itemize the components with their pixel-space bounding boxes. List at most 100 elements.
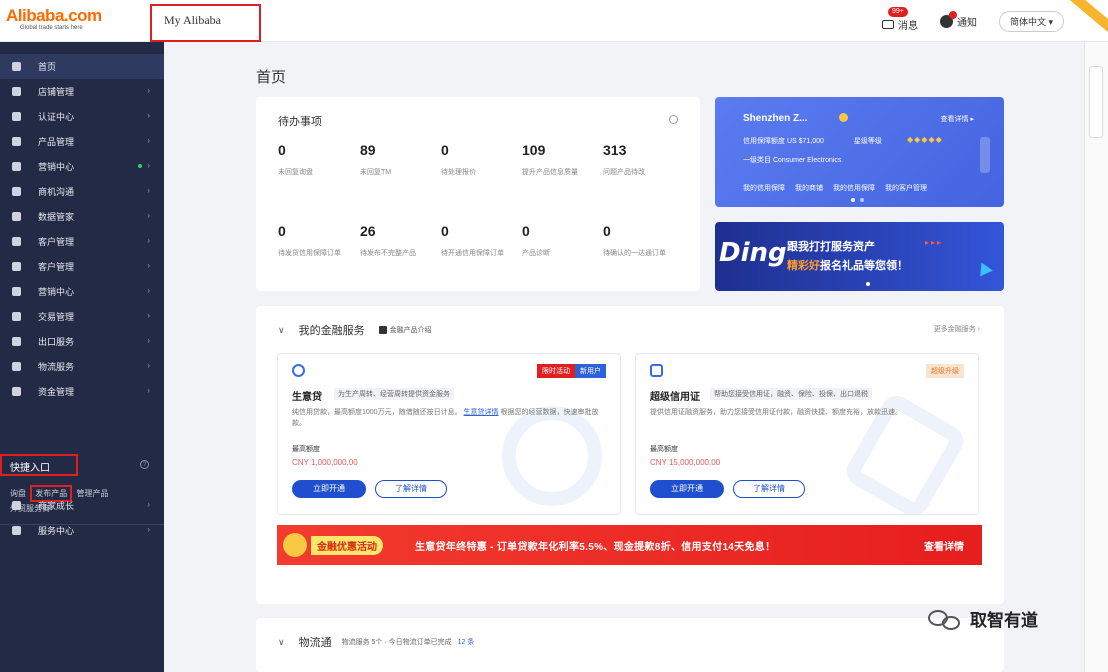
learn-more-button[interactable]: 了解详情 — [375, 480, 447, 498]
notify-button[interactable]: 通知 — [939, 11, 977, 29]
sidebar-item[interactable]: 商家成长 › — [0, 493, 164, 518]
sidebar-item[interactable]: 资金管理 › — [0, 379, 164, 404]
chevron-down-icon[interactable]: ∨ — [278, 325, 285, 336]
feedback-tab[interactable] — [1089, 66, 1103, 138]
todo-stat[interactable]: 313 问题产品待改 — [603, 142, 683, 177]
globe-icon — [12, 337, 21, 346]
todo-stat[interactable]: 0 待开通信用保障订单 — [441, 223, 521, 258]
tag: 新用户 — [575, 364, 606, 378]
todo-stat[interactable]: 0 产品诊断 — [522, 223, 602, 258]
sidebar-item[interactable]: 物流服务 › — [0, 354, 164, 379]
stat-label: 待发货信用保障订单 — [278, 250, 341, 257]
store-details-link[interactable]: 查看详情 ▸ — [941, 114, 974, 124]
todo-stat[interactable]: 26 待发布不完整产品 — [360, 223, 440, 258]
bulb-icon — [12, 237, 21, 246]
finance-intro-link[interactable]: 金融产品介绍 — [378, 325, 432, 335]
user-icon — [12, 262, 21, 271]
sidebar-item-label: 店铺管理 — [38, 87, 75, 97]
stat-value: 0 — [441, 223, 449, 239]
help-icon[interactable] — [669, 115, 678, 124]
shield-icon — [12, 112, 21, 121]
sidebar-item[interactable]: 客户管理 › — [0, 254, 164, 279]
product-icon — [292, 364, 305, 377]
messages-label: 消息 — [897, 21, 918, 32]
marketing-icon — [12, 162, 21, 171]
todo-stat[interactable]: 0 待发货信用保障订单 — [278, 223, 358, 258]
sidebar-item[interactable]: 出口服务 › — [0, 329, 164, 354]
sidebar-item[interactable]: 营销中心 › — [0, 279, 164, 304]
coin-icon — [283, 533, 307, 557]
stat-label: 未回复询盘 — [278, 169, 313, 176]
stat-label: 产品诊断 — [522, 250, 550, 257]
logistics-link[interactable]: 12 条 — [458, 637, 475, 647]
chevron-right-icon: › — [147, 336, 150, 345]
product-tags: 限时活动 新用户 — [537, 364, 606, 378]
product-card-super-lc: 超级升级 超级信用证 帮助您接受信用证，融资、保险、投保、出口退税 提供信用证融… — [635, 353, 979, 515]
learn-more-button[interactable]: 了解详情 — [733, 480, 805, 498]
sidebar-item-label: 产品管理 — [38, 137, 75, 147]
product-detail-link[interactable]: 生意贷详情 — [464, 409, 499, 416]
sidebar-item[interactable]: 商机沟通 › — [0, 179, 164, 204]
ding-promo-banner[interactable]: Ding 跟我打打服务资产 ▸▸▸ 精彩好报名礼品等您领！ — [715, 222, 1004, 291]
sidebar-item[interactable]: 产品管理 › — [0, 129, 164, 154]
chevron-down-icon[interactable]: ∨ — [278, 637, 285, 648]
stat-value: 313 — [603, 142, 627, 158]
store-link[interactable]: 我的商铺 — [795, 183, 823, 193]
language-label: 简体中文 — [1009, 17, 1046, 27]
finance-header[interactable]: ∨ 我的金融服务 金融产品介绍 — [278, 322, 432, 338]
sidebar-item[interactable]: 认证中心 › — [0, 104, 164, 129]
carousel-scroll[interactable] — [980, 137, 990, 173]
sidebar-item[interactable]: 数据管家 › — [0, 204, 164, 229]
promo-subline: 精彩好报名礼品等您领！ — [787, 260, 908, 272]
store-links: 我的信用保障 我的商铺 我的信用保障 我的客户管理 — [743, 183, 927, 193]
store-link[interactable]: 我的信用保障 — [833, 183, 875, 193]
help-icon[interactable]: ? — [140, 460, 149, 469]
stat-value: 0 — [522, 223, 530, 239]
sidebar-item[interactable]: 服务中心 › — [0, 518, 164, 543]
logistics-sub: 物流服务 5个 · 今日物流订单已完成 — [341, 639, 452, 646]
status-dot — [138, 164, 142, 168]
sidebar-item-label: 客户管理 — [38, 237, 75, 247]
arrows-decoration: ▸▸▸ — [925, 238, 944, 247]
alibaba-logo[interactable]: Alibaba.com Global trade starts here — [6, 6, 142, 36]
messages-button[interactable]: 99+ 消息 — [881, 7, 918, 32]
sidebar-item[interactable]: 交易管理 › — [0, 304, 164, 329]
sidebar-item[interactable]: 营销中心 › — [0, 154, 164, 179]
store-link[interactable]: 我的信用保障 — [743, 183, 785, 193]
open-now-button[interactable]: 立即开通 — [650, 480, 724, 498]
todo-stat[interactable]: 0 待处理报价 — [441, 142, 521, 177]
sidebar-item-label: 数据管家 — [38, 212, 75, 222]
sidebar-item[interactable]: 首页 — [0, 54, 164, 79]
todo-stat[interactable]: 109 提升产品信息质量 — [522, 142, 602, 177]
carousel-dots[interactable] — [851, 198, 864, 202]
my-alibaba-title[interactable]: My Alibaba — [150, 4, 261, 42]
star-level: 星级等级 — [853, 138, 882, 145]
chevron-right-icon: › — [147, 111, 150, 120]
open-now-button[interactable]: 立即开通 — [292, 480, 366, 498]
todo-title: 待办事项 — [278, 116, 322, 128]
chevron-right-icon: › — [147, 361, 150, 370]
stat-label: 待发布不完整产品 — [360, 250, 416, 257]
finance-promo-banner[interactable]: 金融优惠活动 生意贷年终特惠 - 订单贷款年化利率5.5%、现金提款8折、信用支… — [277, 525, 982, 565]
chat-icon — [12, 187, 21, 196]
todo-stat[interactable]: 89 未回复TM — [360, 142, 440, 177]
todo-stat[interactable]: 0 未回复询盘 — [278, 142, 358, 177]
sidebar-item[interactable]: 店铺管理 › — [0, 79, 164, 104]
stat-value: 0 — [441, 142, 449, 158]
top-bar: Alibaba.com Global trade starts here My … — [0, 0, 1108, 42]
right-scrollbar[interactable] — [1084, 42, 1108, 672]
logistics-header[interactable]: ∨ 物流通 物流服务 5个 · 今日物流订单已完成 12 条 — [278, 634, 474, 650]
logistics-title: 物流通 — [298, 637, 332, 649]
finance-more-link[interactable]: 更多金融服务 › — [934, 324, 980, 334]
banner-more-link[interactable]: 查看详情 — [924, 538, 964, 553]
logo-tagline: Global trade starts here — [20, 25, 83, 31]
carousel-dot[interactable] — [866, 282, 870, 286]
language-select[interactable]: 简体中文 ▾ — [998, 11, 1064, 32]
todo-stat[interactable]: 0 待确认的一达通订单 — [603, 223, 683, 258]
sidebar-item[interactable]: 客户管理 › — [0, 229, 164, 254]
sidebar-item-label: 客户管理 — [38, 262, 75, 272]
chevron-right-icon: › — [147, 211, 150, 220]
store-link[interactable]: 我的客户管理 — [885, 183, 927, 193]
tag: 限时活动 — [537, 364, 575, 378]
store-info-banner[interactable]: Shenzhen Z... 查看详情 ▸ 信用保障额度 US $71,000 星… — [715, 97, 1004, 207]
